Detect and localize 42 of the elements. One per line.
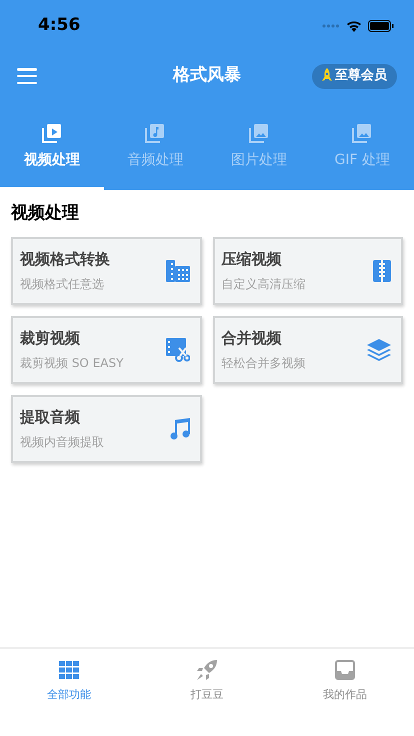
feature-card[interactable]: 合并视频 轻松合并多视频: [212, 316, 403, 384]
video-icon: [40, 122, 63, 144]
card-title: 视频格式转换: [20, 249, 110, 270]
feature-card[interactable]: 压缩视频 自定义高清压缩: [212, 236, 403, 304]
image-icon: [248, 122, 270, 144]
feature-card[interactable]: 裁剪视频 裁剪视频 SO EASY: [11, 316, 202, 384]
nav-item[interactable]: 我的作品: [276, 649, 414, 736]
rocket-icon: [196, 659, 218, 681]
menu-button[interactable]: [17, 68, 37, 84]
card-title: 合并视频: [222, 328, 282, 350]
card-title: 压缩视频: [222, 249, 282, 270]
card-subtitle: 裁剪视频 SO EASY: [20, 354, 124, 372]
tab[interactable]: 图片处理: [207, 120, 310, 190]
feature-card[interactable]: 视频格式转换 视频格式任意选: [11, 236, 202, 304]
card-subtitle: 视频内音频提取: [20, 434, 104, 451]
nav-item[interactable]: 打豆豆: [138, 649, 276, 736]
rocket-icon: [322, 68, 332, 84]
music-note-icon: [144, 122, 166, 144]
feature-card[interactable]: 提取音频 视频内音频提取: [11, 394, 202, 462]
card-subtitle: 轻松合并多视频: [222, 354, 306, 372]
app-title: 格式风暴: [173, 64, 241, 88]
layers-icon: [367, 338, 391, 360]
image-icon: [351, 122, 374, 144]
card-subtitle: 视频格式任意选: [20, 276, 105, 293]
tab[interactable]: GIF 处理: [310, 120, 414, 190]
tab[interactable]: 音频处理: [104, 120, 207, 190]
grid-icon: [59, 661, 79, 679]
card-subtitle: 自定义高清压缩: [222, 276, 306, 293]
music-note-icon: [170, 418, 190, 440]
status-time: 4:56: [38, 14, 80, 38]
tab[interactable]: 视频处理: [0, 120, 104, 190]
vip-button[interactable]: 至尊会员: [312, 64, 397, 88]
wifi-icon: [346, 20, 362, 32]
zip-file-icon: [373, 260, 391, 282]
battery-icon: [368, 20, 394, 32]
card-title: 裁剪视频: [20, 328, 81, 350]
card-title: 提取音频: [20, 407, 81, 428]
section-title: 视频处理: [11, 202, 80, 225]
nav-item[interactable]: 全部功能: [0, 649, 138, 736]
signal-icon: [322, 24, 340, 28]
inbox-icon: [335, 660, 355, 680]
film-scissors-icon: [166, 338, 190, 362]
